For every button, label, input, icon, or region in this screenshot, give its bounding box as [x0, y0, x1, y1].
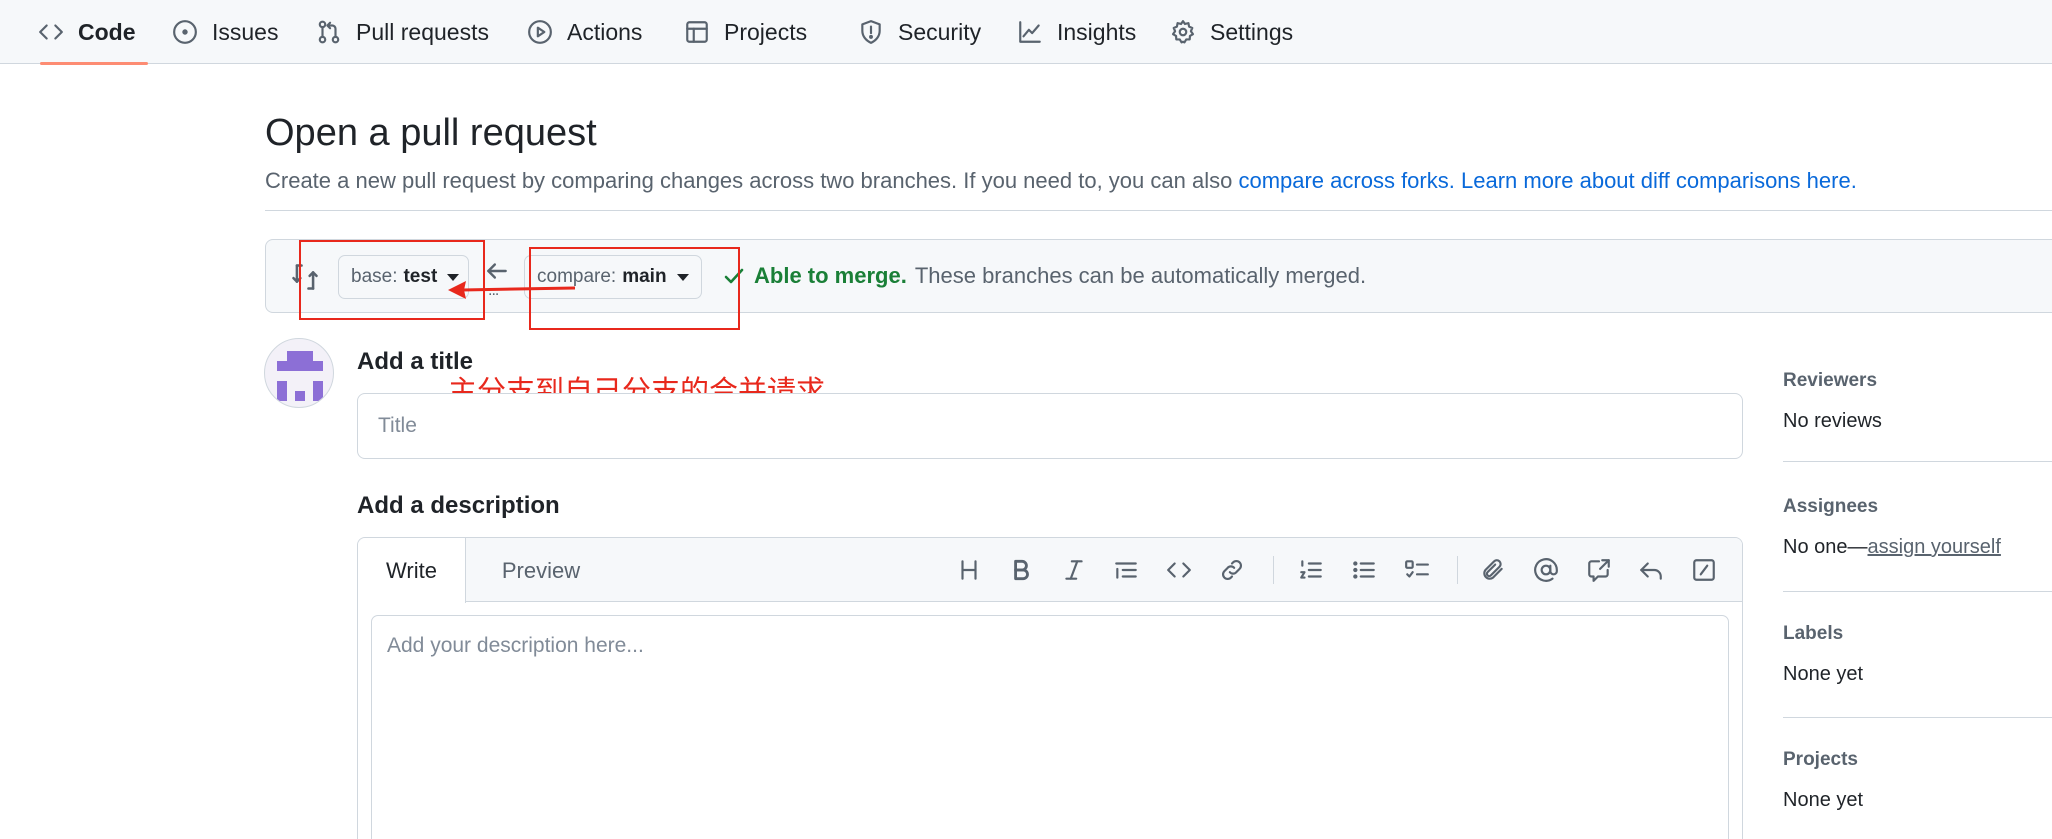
- labels-value: None yet: [1783, 663, 1864, 685]
- mention-icon[interactable]: [1531, 555, 1561, 585]
- projects-heading: Projects: [1783, 749, 1858, 770]
- tab-label: Issues: [212, 18, 279, 45]
- task-list-icon[interactable]: [1402, 555, 1432, 585]
- tab-label: Projects: [724, 18, 808, 45]
- description-editor: Write Preview: [357, 537, 1743, 839]
- tab-projects[interactable]: Projects: [672, 0, 819, 64]
- projects-value: None yet: [1783, 789, 1864, 811]
- annotation-arrow-icon: [448, 281, 576, 299]
- compare-forks-link[interactable]: compare across forks.: [1238, 168, 1454, 193]
- title-label: Add a title: [357, 348, 474, 375]
- description-textarea[interactable]: [371, 615, 1729, 839]
- reply-icon[interactable]: [1636, 555, 1666, 585]
- quote-icon[interactable]: [1111, 555, 1141, 585]
- gear-icon: [1171, 20, 1195, 44]
- assignees-prefix: No one—: [1783, 536, 1868, 558]
- reviewers-heading: Reviewers: [1783, 370, 1878, 391]
- bold-icon[interactable]: [1006, 555, 1036, 585]
- assignees-heading: Assignees: [1783, 496, 1879, 517]
- pull-request-icon: [318, 20, 340, 44]
- table-icon: [686, 21, 708, 43]
- page-title: Open a pull request: [265, 112, 597, 154]
- sidebar-divider: [1783, 717, 2052, 718]
- sidebar-reviewers[interactable]: Reviewers No reviews: [1783, 370, 2052, 433]
- tab-issues[interactable]: Issues: [160, 0, 290, 64]
- tab-label: Actions: [567, 18, 643, 45]
- tab-security[interactable]: Security: [846, 0, 993, 64]
- issue-icon: [173, 20, 197, 44]
- unordered-list-icon[interactable]: [1349, 555, 1379, 585]
- active-tab-indicator: [40, 62, 148, 65]
- subtitle-text: Create a new pull request by comparing c…: [265, 168, 1239, 193]
- link-icon[interactable]: [1217, 555, 1247, 585]
- tab-label: Security: [898, 18, 982, 45]
- tab-label: Pull requests: [356, 18, 489, 45]
- tab-preview[interactable]: Preview: [466, 538, 616, 603]
- sidebar-divider: [1783, 461, 2052, 462]
- merge-status: Able to merge. These branches can be aut…: [722, 263, 1366, 289]
- tab-label: Settings: [1210, 18, 1294, 45]
- header-divider: [265, 210, 2052, 211]
- tab-write[interactable]: Write: [358, 538, 466, 603]
- sidebar-assignees[interactable]: Assignees No one—assign yourself: [1783, 496, 2052, 559]
- slash-command-icon[interactable]: [1689, 555, 1719, 585]
- sidebar-divider: [1783, 591, 2052, 592]
- heading-icon[interactable]: [954, 555, 984, 585]
- reviewers-value: No reviews: [1783, 410, 1882, 432]
- shield-icon: [861, 20, 881, 44]
- sidebar-projects[interactable]: Projects None yet: [1783, 749, 2052, 812]
- title-input[interactable]: [357, 393, 1743, 459]
- assign-yourself-link[interactable]: assign yourself: [1868, 536, 2001, 558]
- toolbar-divider: [1273, 556, 1274, 584]
- code-icon: [39, 24, 63, 40]
- labels-heading: Labels: [1783, 623, 1844, 644]
- ordered-list-icon[interactable]: [1296, 555, 1326, 585]
- italic-icon[interactable]: [1059, 555, 1089, 585]
- editor-header: Write Preview: [358, 538, 1742, 603]
- merge-status-text: These branches can be automatically merg…: [914, 263, 1367, 288]
- tab-settings[interactable]: Settings: [1158, 0, 1305, 64]
- learn-more-link[interactable]: Learn more about diff comparisons here.: [1461, 168, 1857, 193]
- attach-icon[interactable]: [1478, 555, 1508, 585]
- tab-label: Code: [78, 18, 136, 45]
- avatar: [264, 338, 334, 408]
- graph-icon: [1019, 21, 1041, 43]
- merge-status-ok: Able to merge.: [754, 263, 907, 288]
- assignees-value: No one—assign yourself: [1783, 536, 2052, 559]
- tab-insights[interactable]: Insights: [1005, 0, 1148, 64]
- tab-actions[interactable]: Actions: [515, 0, 654, 64]
- page-subtitle: Create a new pull request by comparing c…: [265, 168, 1857, 194]
- tab-pull-requests[interactable]: Pull requests: [304, 0, 501, 64]
- toolbar-divider: [1457, 556, 1458, 584]
- code-icon[interactable]: [1164, 555, 1194, 585]
- play-icon: [528, 20, 552, 44]
- repo-nav: Code Issues Pull requests Actions Projec…: [0, 0, 2052, 65]
- cross-reference-icon[interactable]: [1584, 555, 1614, 585]
- sidebar-labels[interactable]: Labels None yet: [1783, 623, 2052, 686]
- description-label: Add a description: [357, 492, 560, 519]
- tab-label: Insights: [1057, 18, 1137, 45]
- tab-code[interactable]: Code: [26, 0, 148, 65]
